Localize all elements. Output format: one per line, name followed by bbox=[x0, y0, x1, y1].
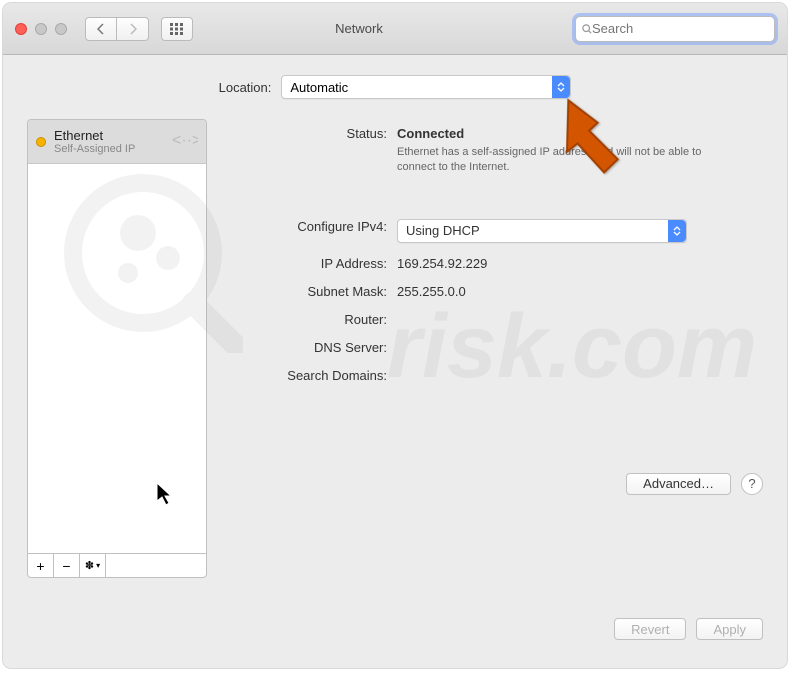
dns-row: DNS Server: bbox=[225, 337, 763, 355]
configure-value: Using DHCP bbox=[406, 223, 480, 238]
dns-value bbox=[397, 337, 763, 340]
status-value-block: Connected Ethernet has a self-assigned I… bbox=[397, 123, 763, 176]
search-domains-row: Search Domains: bbox=[225, 365, 763, 383]
service-status: Self-Assigned IP bbox=[54, 143, 172, 155]
dns-label: DNS Server: bbox=[225, 337, 397, 355]
main-row: Ethernet Self-Assigned IP <··> + − ✽▾ bbox=[27, 119, 763, 578]
chevron-down-icon: ▾ bbox=[96, 561, 100, 570]
location-select[interactable]: Automatic bbox=[281, 75, 571, 99]
status-value: Connected bbox=[397, 126, 763, 141]
search-domains-value bbox=[397, 365, 763, 368]
titlebar: Network bbox=[3, 3, 787, 55]
status-row: Status: Connected Ethernet has a self-as… bbox=[225, 123, 763, 176]
location-value: Automatic bbox=[290, 80, 348, 95]
chevron-updown-icon bbox=[668, 220, 686, 242]
window: Network Location: Automatic bbox=[3, 3, 787, 668]
configure-ipv4-select[interactable]: Using DHCP bbox=[397, 219, 687, 243]
status-description: Ethernet has a self-assigned IP address … bbox=[397, 145, 717, 176]
svg-text:<··>: <··> bbox=[172, 132, 198, 149]
router-row: Router: bbox=[225, 309, 763, 327]
revert-button[interactable]: Revert bbox=[614, 618, 686, 640]
subnet-label: Subnet Mask: bbox=[225, 281, 397, 299]
search-input[interactable] bbox=[592, 21, 768, 36]
advanced-button[interactable]: Advanced… bbox=[626, 473, 731, 495]
help-button[interactable]: ? bbox=[741, 473, 763, 495]
subnet-value: 255.255.0.0 bbox=[397, 281, 763, 299]
maximize-button[interactable] bbox=[55, 23, 67, 35]
service-name: Ethernet bbox=[54, 128, 172, 143]
ip-label: IP Address: bbox=[225, 253, 397, 271]
configure-row: Configure IPv4: Using DHCP bbox=[225, 216, 763, 243]
status-label: Status: bbox=[225, 123, 397, 141]
add-service-button[interactable]: + bbox=[28, 554, 54, 577]
minus-icon: − bbox=[62, 558, 70, 574]
router-label: Router: bbox=[225, 309, 397, 327]
sidebar-toolbar: + − ✽▾ bbox=[27, 554, 207, 578]
configure-label: Configure IPv4: bbox=[225, 216, 397, 234]
apply-button[interactable]: Apply bbox=[696, 618, 763, 640]
service-text: Ethernet Self-Assigned IP bbox=[54, 128, 172, 155]
details-pane: Status: Connected Ethernet has a self-as… bbox=[225, 119, 763, 578]
nav-group bbox=[85, 17, 149, 41]
service-list[interactable]: Ethernet Self-Assigned IP <··> bbox=[27, 119, 207, 554]
location-row: Location: Automatic bbox=[27, 75, 763, 99]
traffic-lights bbox=[15, 23, 67, 35]
configure-value-wrap: Using DHCP bbox=[397, 216, 763, 243]
ip-row: IP Address: 169.254.92.229 bbox=[225, 253, 763, 271]
search-domains-label: Search Domains: bbox=[225, 365, 397, 383]
advanced-row: Advanced… ? bbox=[225, 473, 763, 495]
chevron-updown-icon bbox=[552, 76, 570, 98]
router-value bbox=[397, 309, 763, 312]
service-actions-button[interactable]: ✽▾ bbox=[80, 554, 106, 577]
ip-value: 169.254.92.229 bbox=[397, 253, 763, 271]
gear-icon: ✽ bbox=[85, 559, 94, 572]
service-item-ethernet[interactable]: Ethernet Self-Assigned IP <··> bbox=[28, 120, 206, 164]
search-icon bbox=[582, 23, 592, 35]
status-dot-icon bbox=[36, 137, 46, 147]
window-title: Network bbox=[143, 21, 575, 36]
subnet-row: Subnet Mask: 255.255.0.0 bbox=[225, 281, 763, 299]
remove-service-button[interactable]: − bbox=[54, 554, 80, 577]
search-field[interactable] bbox=[575, 16, 775, 42]
ethernet-icon: <··> bbox=[172, 131, 198, 152]
bottom-row: Revert Apply bbox=[3, 598, 787, 640]
close-button[interactable] bbox=[15, 23, 27, 35]
content: Location: Automatic Ethernet Self-Assign… bbox=[3, 55, 787, 598]
sidebar-column: Ethernet Self-Assigned IP <··> + − ✽▾ bbox=[27, 119, 207, 578]
location-label: Location: bbox=[219, 80, 272, 95]
back-button[interactable] bbox=[85, 17, 117, 41]
plus-icon: + bbox=[36, 558, 44, 574]
minimize-button[interactable] bbox=[35, 23, 47, 35]
